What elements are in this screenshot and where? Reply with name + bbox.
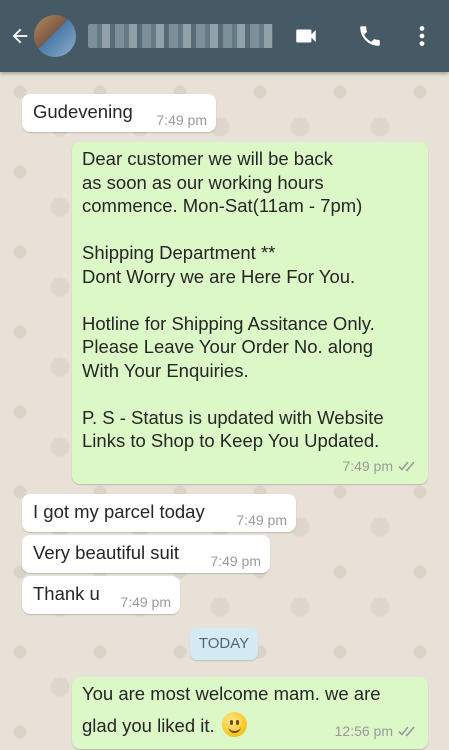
double-check-icon [398,726,415,737]
message-text: Gudevening [33,101,133,122]
message-time: 7:49 pm [236,512,287,528]
more-options-button[interactable] [408,22,436,50]
video-call-icon [296,29,316,43]
message-text: I got my parcel today [33,501,205,522]
message-line: You are most welcome mam. we are [82,683,381,704]
double-check-icon [398,461,415,472]
incoming-message[interactable]: Thank u 7:49 pm [22,576,180,614]
voice-call-button[interactable] [356,22,384,50]
incoming-message[interactable]: Gudevening 7:49 pm [22,94,216,132]
message-line: Please Leave Your Order No. along [82,336,374,357]
message-time: 12:56 pm [334,722,393,739]
back-arrow-icon [12,28,28,44]
message-meta: 12:56 pm [335,720,418,744]
contact-avatar[interactable] [34,15,76,57]
incoming-message[interactable]: I got my parcel today 7:49 pm [22,494,296,532]
message-text: Thank u [33,583,100,604]
message-line: as soon as our working hours [82,171,324,193]
contact-name[interactable]: ▪▪▪▪▪▪ ▪▪▪▪ ▪▪▪▪ [88,24,273,48]
message-line: P. S - Status is updated with Website [82,406,384,428]
message-line: Shipping Department ** [82,242,276,263]
message-time: 7:49 pm [156,112,207,128]
chat-header: ▪▪▪▪▪▪ ▪▪▪▪ ▪▪▪▪ [0,0,449,72]
outgoing-message[interactable]: You are most welcome mam. we are glad yo… [72,677,428,749]
phone-icon [360,26,380,46]
back-button[interactable] [6,21,34,51]
incoming-message[interactable]: Very beautiful suit 7:49 pm [22,535,270,573]
message-line [82,288,384,312]
message-time: 7:49 pm [120,594,171,610]
message-line: Hotline for Shipping Assitance Only. [82,312,375,334]
message-meta: 7:49 pm [342,455,418,479]
message-text-block: Dear customer we will be back as soon as… [82,147,384,453]
message-line: With Your Enquiries. [82,359,249,381]
message-time: 7:49 pm [342,457,393,474]
message-line: glad you liked it. [82,714,215,736]
date-divider: TODAY [190,628,258,660]
outgoing-message[interactable]: Dear customer we will be back as soon as… [72,142,428,484]
more-options-icon [419,26,425,46]
message-text: Very beautiful suit [33,542,180,563]
message-time: 7:49 pm [210,553,261,569]
message-line: Dont Worry we are Here For You. [82,265,356,287]
message-line: Links to Shop to Keep You Updated. [82,430,380,451]
message-line [82,218,384,242]
message-line: Dear customer we will be back [82,148,333,169]
video-call-button[interactable] [292,22,320,50]
smiley-emoji [221,711,247,737]
message-line [82,382,384,406]
message-line: commence. Mon-Sat(11am - 7pm) [82,195,363,216]
